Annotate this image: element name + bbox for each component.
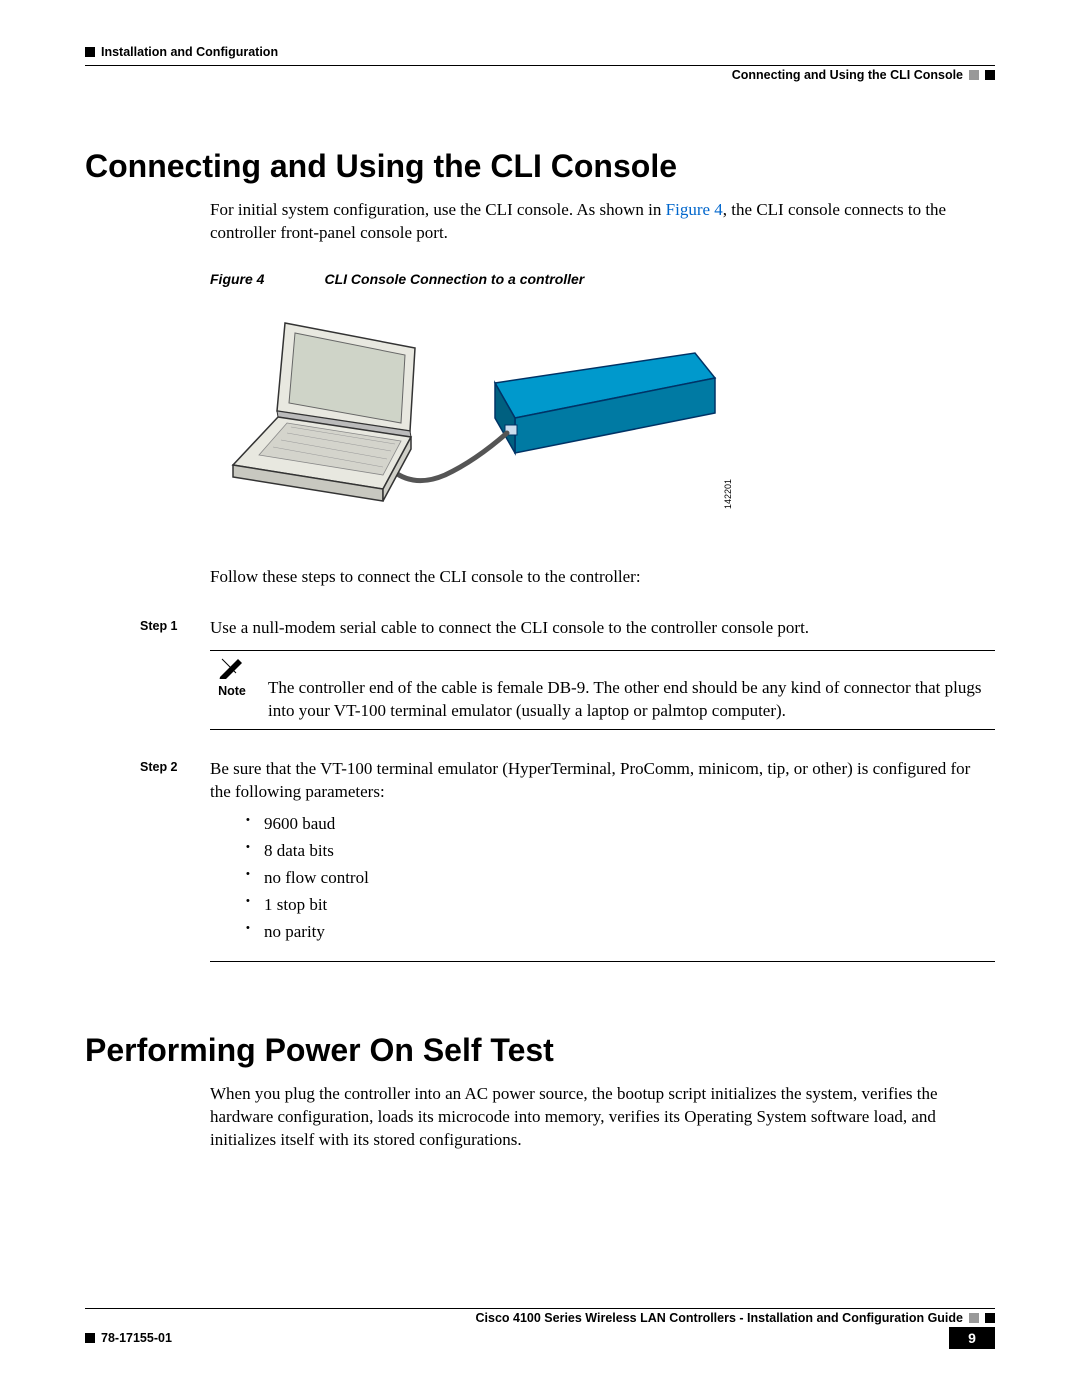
follow-steps-text: Follow these steps to connect the CLI co… [210, 566, 995, 589]
header-rule [85, 65, 995, 66]
header-chapter: Installation and Configuration [101, 45, 278, 59]
terminal-parameters-list: 9600 baud 8 data bits no flow control 1 … [242, 810, 995, 946]
footer-square-dark [985, 1313, 995, 1323]
main-content: Connecting and Using the CLI Console For… [85, 88, 995, 1152]
page-number-badge: 9 [949, 1327, 995, 1349]
note-block: Note The controller end of the cable is … [210, 650, 995, 730]
step-1-text: Use a null-modem serial cable to connect… [210, 617, 995, 640]
footer-square-light [969, 1313, 979, 1323]
list-item: 9600 baud [242, 810, 995, 837]
figure-caption-row: Figure 4 CLI Console Connection to a con… [210, 271, 995, 287]
footer-square-dark-2 [85, 1333, 95, 1343]
page-footer: Cisco 4100 Series Wireless LAN Controlle… [85, 1308, 995, 1349]
figure-caption-text: CLI Console Connection to a controller [324, 271, 584, 287]
header-square-light [969, 70, 979, 80]
list-item: no flow control [242, 864, 995, 891]
note-text: The controller end of the cable is femal… [268, 657, 995, 723]
header-square-dark [85, 47, 95, 57]
section-end-rule [210, 961, 995, 962]
step-2-row: Step 2 Be sure that the VT-100 terminal … [140, 758, 995, 946]
header-section: Connecting and Using the CLI Console [732, 68, 963, 82]
cli-connection-diagram-icon [215, 303, 735, 533]
step-2-label: Step 2 [140, 758, 210, 774]
note-label: Note [218, 683, 246, 700]
footer-docnum: 78-17155-01 [101, 1331, 172, 1345]
list-item: 1 stop bit [242, 891, 995, 918]
intro-before: For initial system configuration, use th… [210, 200, 666, 219]
page-header: Installation and Configuration Connectin… [85, 45, 995, 82]
figure-reference-link[interactable]: Figure 4 [666, 200, 723, 219]
step-2-text: Be sure that the VT-100 terminal emulato… [210, 758, 995, 804]
list-item: no parity [242, 918, 995, 945]
section-heading-post: Performing Power On Self Test [85, 1032, 995, 1069]
note-pencil-icon [218, 657, 246, 679]
section-heading-cli: Connecting and Using the CLI Console [85, 148, 995, 185]
footer-guide-title: Cisco 4100 Series Wireless LAN Controlle… [476, 1311, 964, 1325]
figure-label: Figure 4 [210, 271, 264, 287]
figure-4-illustration: 142201 [215, 303, 995, 538]
header-square-dark-2 [985, 70, 995, 80]
post-paragraph: When you plug the controller into an AC … [210, 1083, 995, 1152]
footer-rule [85, 1308, 995, 1309]
footer-docnum-wrap: 78-17155-01 [85, 1331, 172, 1345]
step-1-row: Step 1 Use a null-modem serial cable to … [140, 617, 995, 730]
list-item: 8 data bits [242, 837, 995, 864]
figure-id-label: 142201 [723, 479, 733, 509]
intro-paragraph: For initial system configuration, use th… [210, 199, 995, 245]
step-1-label: Step 1 [140, 617, 210, 633]
